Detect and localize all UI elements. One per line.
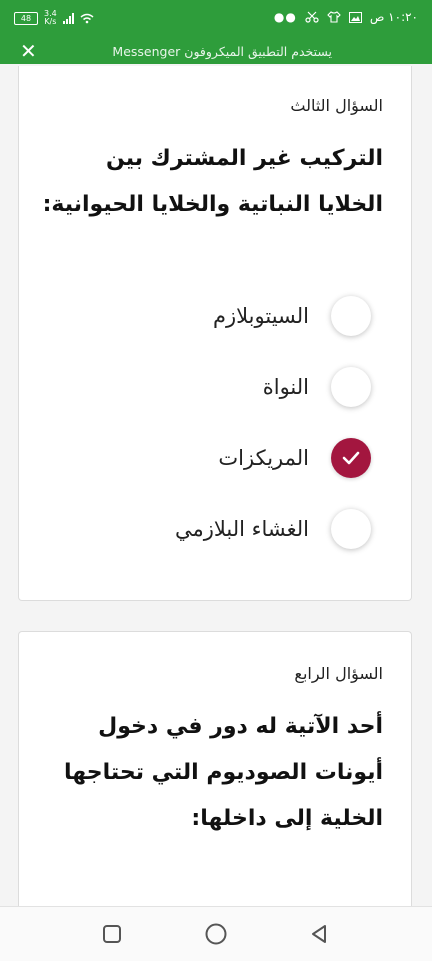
notification-dots: ●●	[273, 10, 297, 24]
option-plasma-membrane[interactable]: الغشاء البلازمي	[51, 505, 371, 553]
question-text: التركيب غير المشترك بين الخلايا النباتية…	[42, 146, 383, 217]
radio-button[interactable]	[331, 509, 371, 549]
recents-square-icon[interactable]	[99, 921, 125, 947]
battery-level: 48	[20, 13, 32, 23]
wifi-icon	[80, 13, 94, 23]
option-label: السيتوبلازم	[212, 304, 309, 328]
home-circle-icon[interactable]	[203, 921, 229, 947]
signal-icon	[62, 12, 74, 24]
banner-text: يستخدم التطبيق الميكروفون Messenger	[112, 44, 332, 59]
navigation-bar	[0, 906, 432, 961]
speed-unit: K/s	[44, 17, 57, 26]
question-card-4: السؤال الرابع أحد الآتية له دور في دخول …	[18, 631, 412, 906]
option-nucleus[interactable]: النواة	[51, 363, 371, 411]
option-label: الغشاء البلازمي	[174, 517, 309, 541]
back-triangle-icon[interactable]	[307, 921, 333, 947]
question-card-3: السؤال الثالث التركيب غير المشترك بين ال…	[18, 66, 412, 601]
question-number: السؤال الرابع	[294, 664, 383, 683]
option-cytoplasm[interactable]: السيتوبلازم	[51, 292, 371, 340]
checkmark-icon	[342, 451, 360, 465]
image-notification-icon	[348, 11, 362, 23]
radio-button-checked[interactable]	[331, 438, 371, 478]
option-label: المريكزات	[218, 446, 309, 470]
microphone-usage-banner[interactable]: ✕ يستخدم التطبيق الميكروفون Messenger	[0, 40, 432, 64]
battery-icon: 48	[14, 11, 38, 25]
scissors-icon	[305, 11, 319, 23]
network-speed: 3.4 K/s	[44, 10, 57, 26]
status-right: ●● ١٠:٢٠ ص	[274, 10, 418, 24]
clock-time: ١٠:٢٠ ص	[369, 10, 418, 24]
shirt-icon	[327, 11, 341, 23]
status-bar: 48 3.4 K/s ●● ١٠:٢٠ ص	[0, 0, 432, 40]
option-centrioles[interactable]: المريكزات	[51, 434, 371, 482]
radio-button[interactable]	[331, 367, 371, 407]
close-icon[interactable]: ✕	[20, 40, 37, 62]
radio-button[interactable]	[331, 296, 371, 336]
question-text: أحد الآتية له دور في دخول أيونات الصوديو…	[64, 714, 383, 831]
option-label: النواة	[262, 375, 309, 399]
status-left: 48 3.4 K/s	[14, 10, 94, 26]
question-number: السؤال الثالث	[290, 96, 383, 115]
